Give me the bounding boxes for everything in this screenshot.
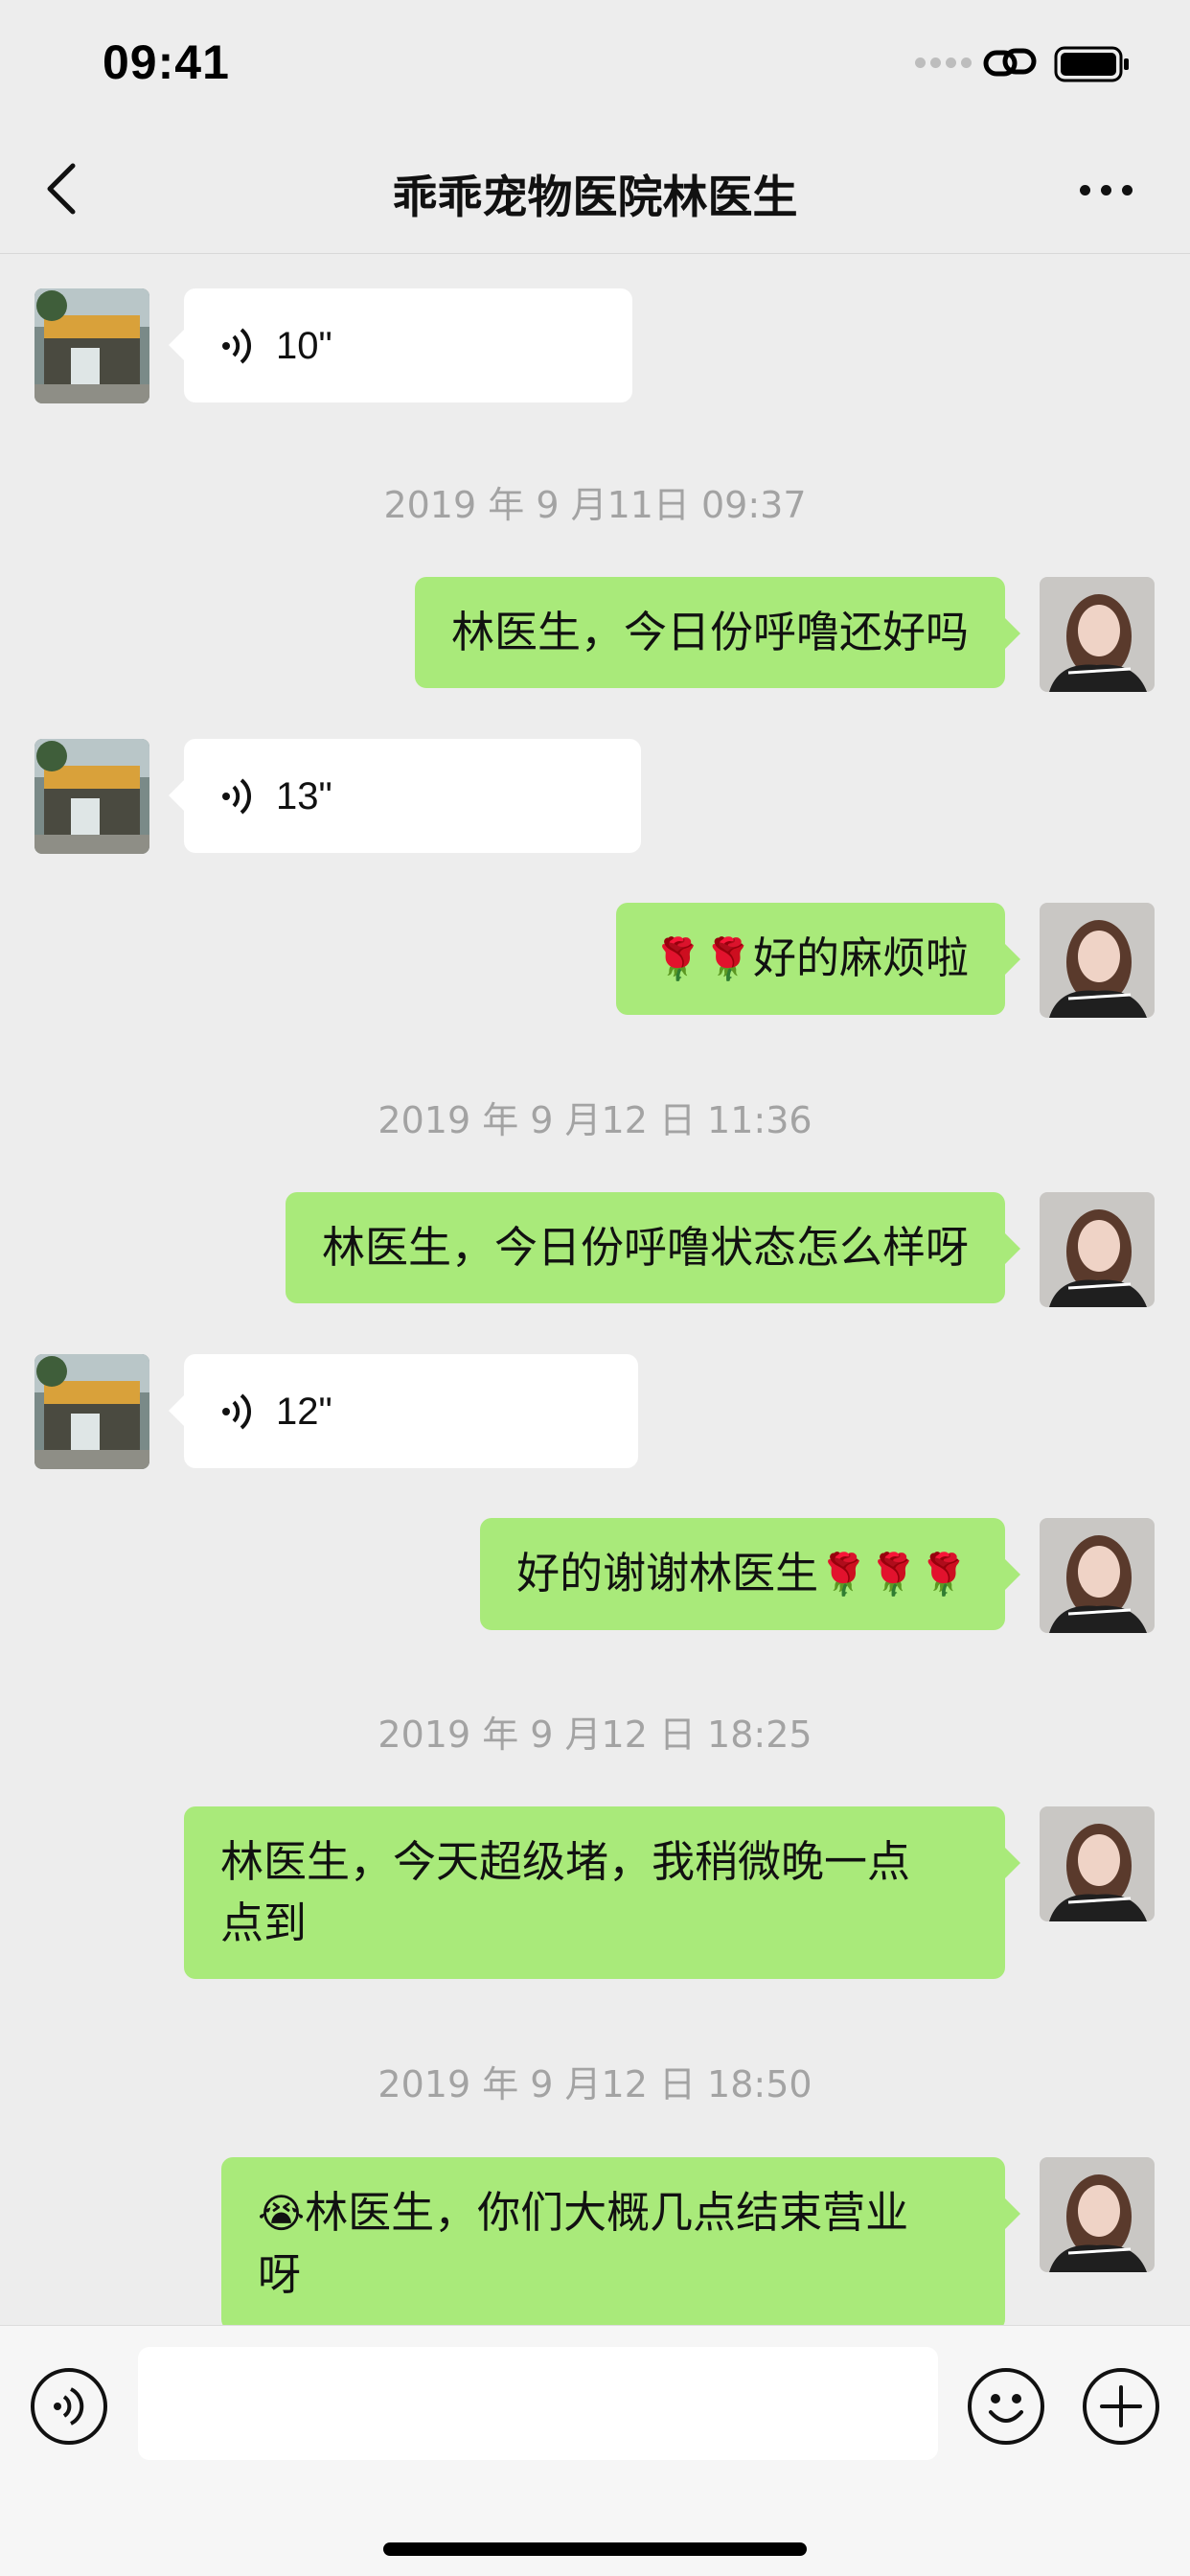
rose-emoji: 🌹🌹🌹 [818,1551,969,1598]
home-indicator [383,2542,807,2556]
user-avatar[interactable] [1040,2157,1155,2272]
outgoing-message[interactable]: 林医生，今天超级堵，我稍微晚一点 点到 [184,1806,1020,1979]
user-avatar[interactable] [1040,1192,1155,1307]
message-timestamp: 2019 年 9 月12 日 18:50 [378,2063,812,2105]
voice-duration: 13" [276,775,332,817]
message-text: 好的谢谢林医生 [516,1548,819,1598]
user-avatar[interactable] [1040,577,1155,692]
voice-duration: 10" [276,325,332,367]
outgoing-message[interactable]: 林医生，今日份呼噜状态怎么样呀 [285,1192,1021,1303]
message-timestamp: 2019 年 9 月12 日 18:25 [378,1714,812,1756]
message-timestamp: 2019 年 9 月11日 09:37 [383,484,807,526]
outgoing-message[interactable]: 😭林医生，你们大概几点结束营业 呀 [221,2157,1020,2325]
outgoing-message[interactable]: 🌹🌹好的麻烦啦 [616,903,1020,1015]
outgoing-message[interactable]: 好的谢谢林医生🌹🌹🌹 [480,1518,1020,1630]
message-timestamp: 2019 年 9 月12 日 11:36 [378,1099,812,1141]
status-bar: 09:41 [0,0,1190,125]
smiley-icon[interactable] [968,2368,1044,2445]
message-text-line: 点到 [220,1898,308,1948]
outgoing-message[interactable]: 林医生，今日份呼噜还好吗 [414,577,1021,688]
voice-toggle-icon[interactable] [31,2368,107,2445]
message-text-line: 林医生，你们大概几点结束营业 [305,2187,909,2238]
voice-message[interactable]: 12" [169,1354,638,1468]
status-time: 09:41 [103,35,230,89]
doctor-avatar[interactable] [34,288,149,403]
message-text-line: 呀 [258,2249,302,2300]
rose-emoji: 🌹🌹 [652,935,753,982]
crying-emoji: 😭 [258,2190,306,2237]
voice-message[interactable]: 10" [169,288,632,402]
plus-icon[interactable] [1083,2368,1159,2445]
signal-icon [915,58,973,71]
message-text: 林医生，今日份呼噜状态怎么样呀 [321,1222,969,1273]
nav-bar: 乖乖宠物医院林医生 [0,125,1190,254]
battery-icon [1054,46,1129,82]
voice-duration: 12" [276,1391,332,1433]
voice-wave-icon [222,1393,252,1430]
voice-wave-icon [222,328,252,364]
user-avatar[interactable] [1040,1806,1155,1921]
doctor-avatar[interactable] [34,1354,149,1469]
message-text: 林医生，今日份呼噜还好吗 [450,607,969,657]
message-list[interactable]: 10" 2019 年 9 月11日 09:37 林医生，今日份呼噜还好吗 13"… [0,255,1190,2325]
voice-message[interactable]: 13" [169,739,641,853]
message-text: 好的麻烦啦 [752,932,969,983]
voice-wave-icon [222,778,252,815]
user-avatar[interactable] [1040,903,1155,1018]
chat-title: 乖乖宠物医院林医生 [392,172,798,224]
message-text-line: 林医生，今天超级堵，我稍微晚一点 [220,1836,911,1887]
link-icon [983,48,1037,77]
user-avatar[interactable] [1040,1518,1155,1633]
doctor-avatar[interactable] [34,739,149,854]
message-input[interactable] [138,2347,938,2460]
more-options-icon[interactable] [1078,180,1135,199]
input-bar [0,2325,1190,2576]
